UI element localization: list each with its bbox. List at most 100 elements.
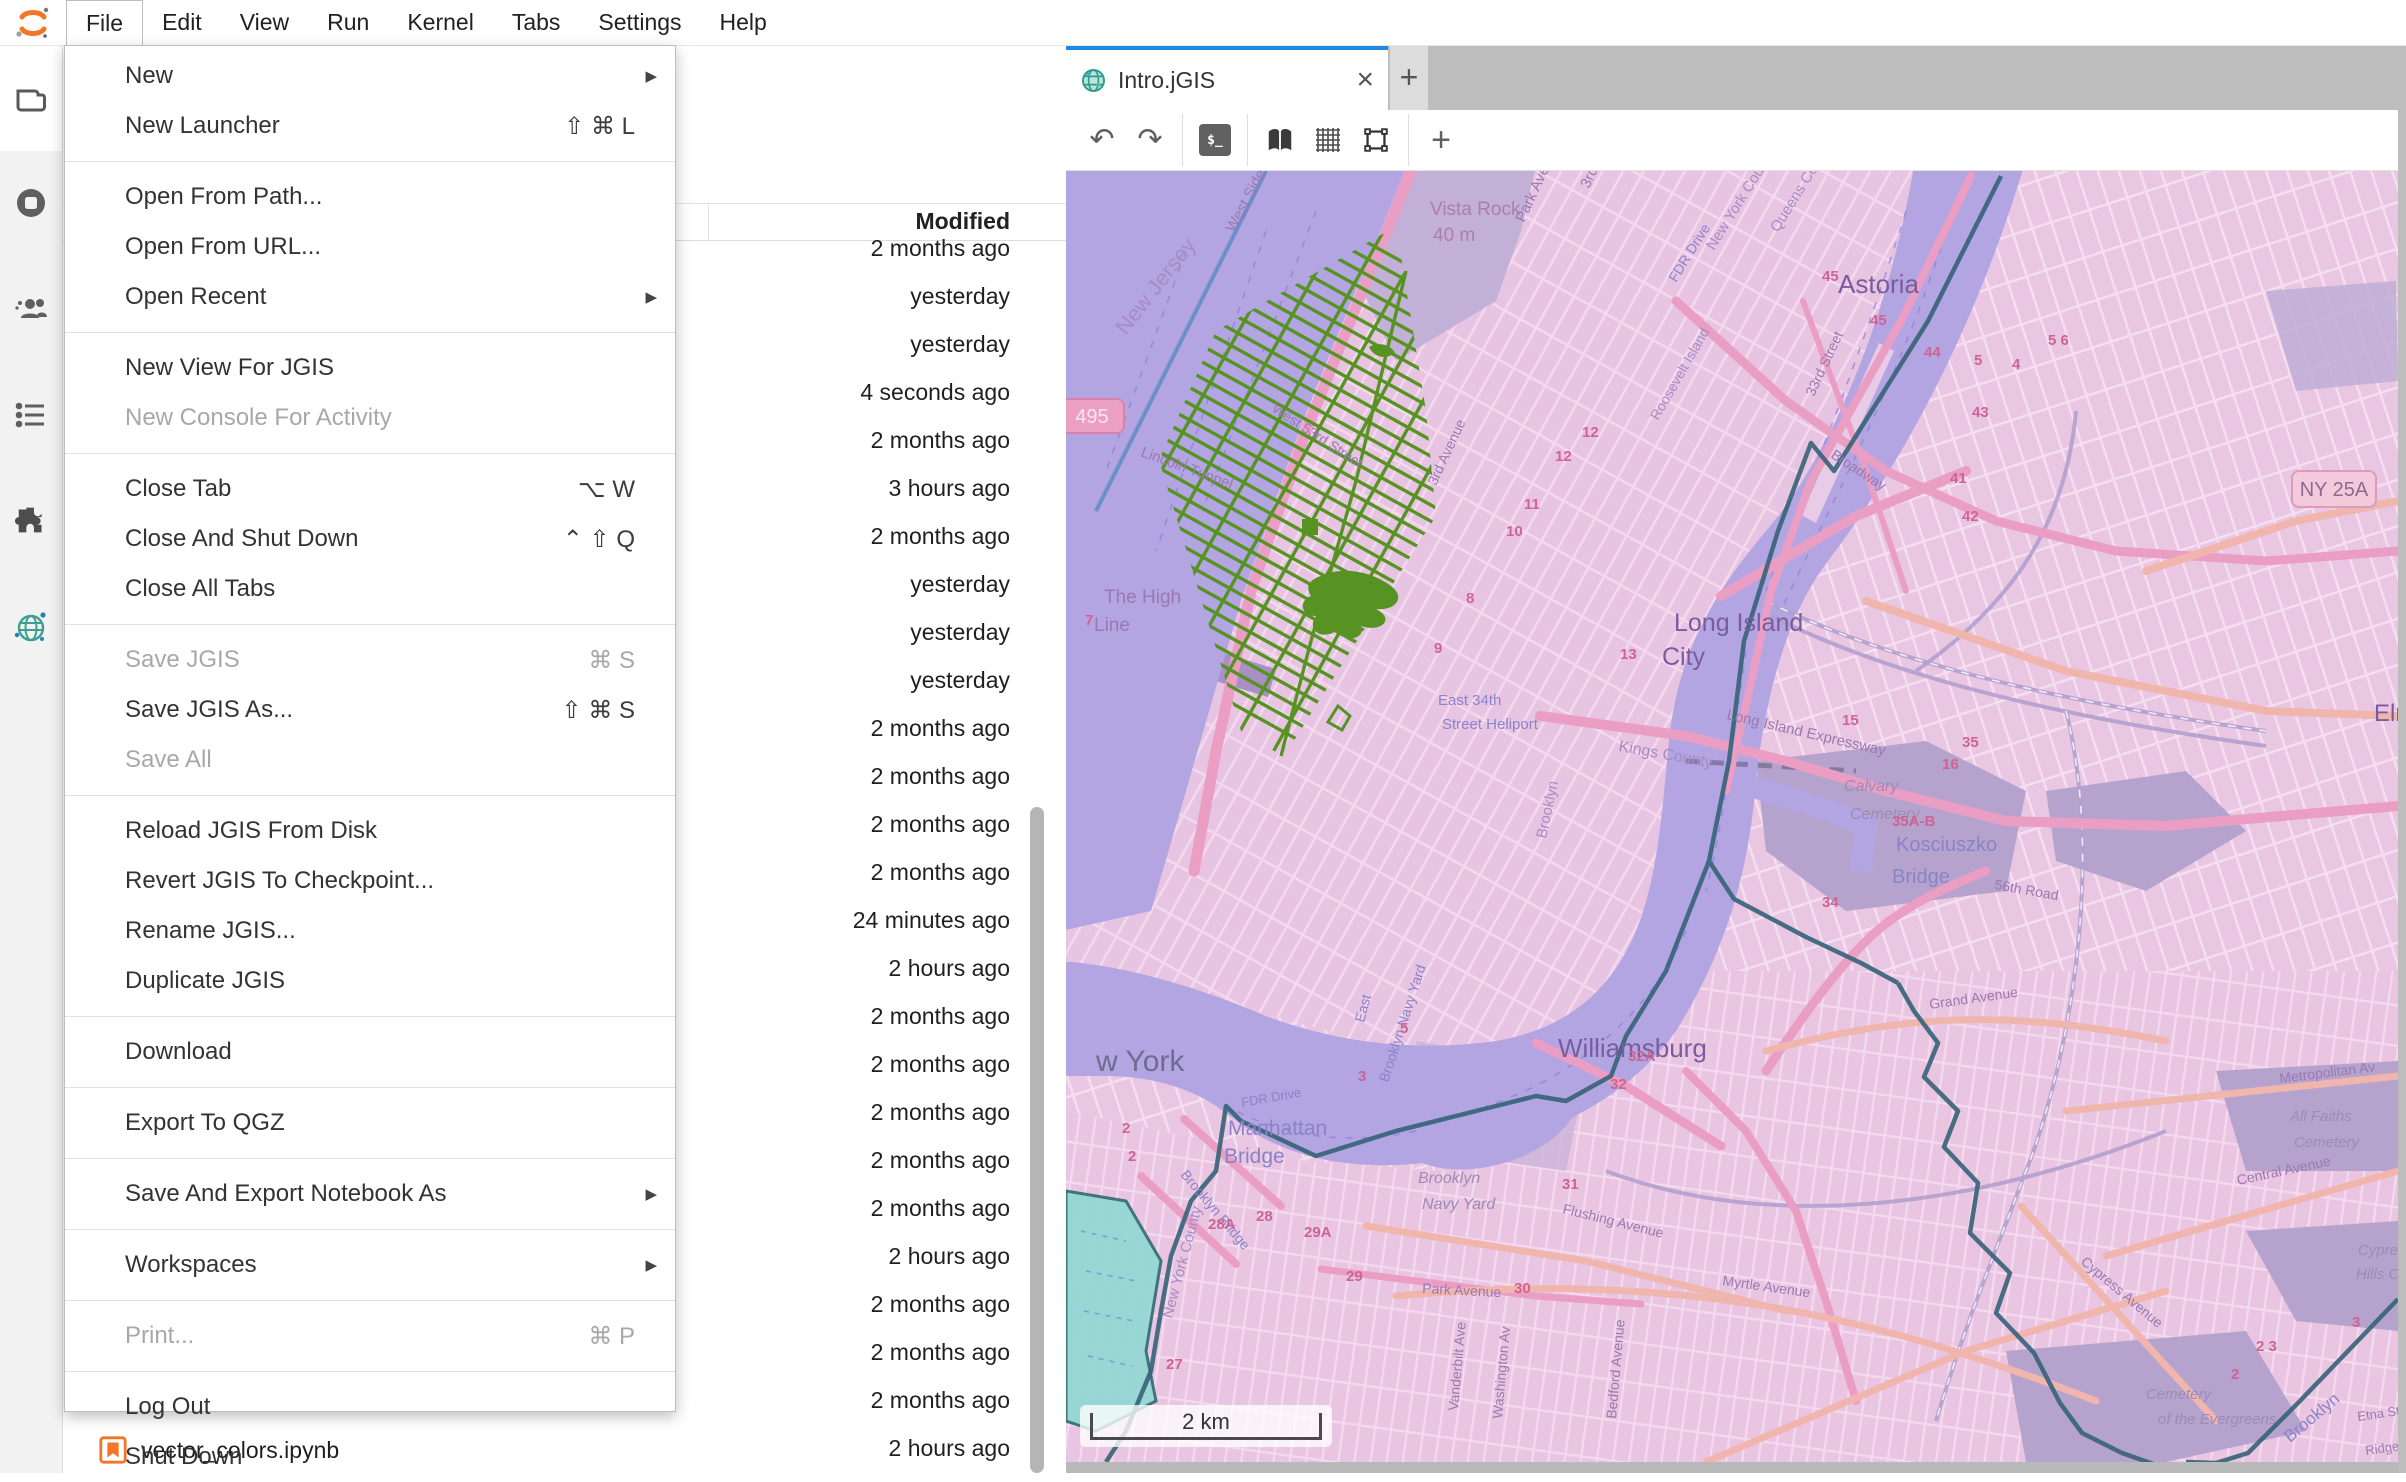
file-list-scrollbar[interactable] [1030,807,1044,1473]
jupyter-logo-icon[interactable] [0,0,66,45]
menubar-item-view[interactable]: View [221,0,308,45]
map-bottom-strip [1066,1462,2398,1473]
map-label: The High [1104,587,1181,608]
tab-intro-jgis[interactable]: Intro.jGIS × [1066,45,1388,110]
menu-item-new-view-for-jgis[interactable]: New View For JGIS [65,343,675,393]
modified-times-list: 2 months agoyesterdayyesterday4 seconds … [853,224,1010,1472]
menu-item-duplicate-jgis[interactable]: Duplicate JGIS [65,956,675,1006]
new-tab-button[interactable]: + [1390,45,1428,110]
modified-time-cell[interactable]: 2 months ago [853,1376,1010,1424]
modified-time-cell[interactable]: 2 hours ago [853,944,1010,992]
menubar-item-run[interactable]: Run [308,0,388,45]
menu-item-close-all-tabs[interactable]: Close All Tabs [65,564,675,614]
menu-item-label: Save JGIS [125,646,588,674]
map-right-strip[interactable] [2398,45,2406,1473]
menu-item-shortcut: ⇧ ⌘ S [562,696,657,725]
modified-time-cell[interactable]: 2 hours ago [853,1232,1010,1280]
map-label: Manhattan [1228,1117,1327,1140]
menubar-item-edit[interactable]: Edit [143,0,221,45]
modified-time-cell[interactable]: 2 months ago [853,224,1010,272]
modified-time-cell[interactable]: yesterday [853,320,1010,368]
menu-item-label: Workspaces [125,1251,643,1279]
menu-item-new[interactable]: New▶ [65,51,675,101]
vector-polygon-button[interactable] [1352,116,1400,164]
menubar-item-tabs[interactable]: Tabs [493,0,580,45]
grid-icon [1314,126,1342,154]
modified-time-cell[interactable]: 2 months ago [853,1280,1010,1328]
running-icon[interactable] [13,185,49,221]
menubar-item-kernel[interactable]: Kernel [388,0,492,45]
folder-icon[interactable] [13,81,49,117]
menu-separator [65,332,675,333]
tab-title: Intro.jGIS [1118,67,1345,94]
modified-time-cell[interactable]: 2 months ago [853,512,1010,560]
basemap-book-button[interactable] [1256,116,1304,164]
menu-item-shut-down[interactable]: Shut Down [65,1432,675,1482]
menu-item-print: Print...⌘ P [65,1311,675,1361]
menu-item-open-from-path[interactable]: Open From Path... [65,172,675,222]
menubar-item-file[interactable]: File [66,0,143,46]
menu-item-rename-jgis[interactable]: Rename JGIS... [65,906,675,956]
modified-time-cell[interactable]: 2 months ago [853,1088,1010,1136]
menu-item-close-tab[interactable]: Close Tab⌥ W [65,464,675,514]
modified-time-cell[interactable]: 2 hours ago [853,1424,1010,1472]
menu-item-export-to-qgz[interactable]: Export To QGZ [65,1098,675,1148]
map-label: Hills Cemet [2356,1266,2398,1283]
menu-item-download[interactable]: Download [65,1027,675,1077]
book-icon [1265,125,1295,155]
menu-item-revert-jgis-to-checkpoint[interactable]: Revert JGIS To Checkpoint... [65,856,675,906]
map-label: 13 [1620,646,1637,663]
menu-item-workspaces[interactable]: Workspaces▶ [65,1240,675,1290]
modified-time-cell[interactable]: yesterday [853,608,1010,656]
map-label: 8 [1466,590,1474,607]
menu-item-save-jgis-as[interactable]: Save JGIS As...⇧ ⌘ S [65,685,675,735]
modified-time-cell[interactable]: 3 hours ago [853,464,1010,512]
menu-item-label: Save And Export Notebook As [125,1180,643,1208]
menu-item-label: Revert JGIS To Checkpoint... [125,867,657,895]
menu-item-open-from-url[interactable]: Open From URL... [65,222,675,272]
modified-time-cell[interactable]: yesterday [853,560,1010,608]
modified-time-cell[interactable]: yesterday [853,272,1010,320]
modified-time-cell[interactable]: yesterday [853,656,1010,704]
modified-time-cell[interactable]: 2 months ago [853,416,1010,464]
modified-time-cell[interactable]: 2 months ago [853,848,1010,896]
add-layer-button[interactable]: + [1417,116,1465,164]
menu-item-log-out[interactable]: Log Out [65,1382,675,1432]
menu-item-close-and-shut-down[interactable]: Close And Shut Down⌃ ⇧ Q [65,514,675,564]
menu-item-new-launcher[interactable]: New Launcher⇧ ⌘ L [65,101,675,151]
modified-time-cell[interactable]: 2 months ago [853,1328,1010,1376]
map-label: 5 6 [2048,332,2069,349]
map-label: 3 [1358,1068,1366,1085]
puzzle-icon[interactable] [13,503,49,539]
undo-button[interactable]: ↶ [1078,116,1126,164]
modified-time-cell[interactable]: 4 seconds ago [853,368,1010,416]
gis-globe-icon[interactable] [13,609,49,645]
modified-time-cell[interactable]: 2 months ago [853,800,1010,848]
submenu-arrow-icon: ▶ [643,1185,657,1203]
menu-item-reload-jgis-from-disk[interactable]: Reload JGIS From Disk [65,806,675,856]
grid-layer-button[interactable] [1304,116,1352,164]
modified-time-cell[interactable]: 24 minutes ago [853,896,1010,944]
tab-close-icon[interactable]: × [1356,65,1374,95]
users-icon[interactable] [13,291,49,327]
menu-item-save-and-export-notebook-as[interactable]: Save And Export Notebook As▶ [65,1169,675,1219]
menubar-item-settings[interactable]: Settings [579,0,700,45]
menu-item-save-all: Save All [65,735,675,785]
toc-icon[interactable] [13,397,49,433]
map-viewport[interactable]: 495NY 25A New JerseyWest Side HighwayVis… [1066,171,2398,1462]
left-sidebar [0,45,63,1473]
modified-time-cell[interactable]: 2 months ago [853,752,1010,800]
modified-time-cell[interactable]: 2 months ago [853,1136,1010,1184]
menu-item-open-recent[interactable]: Open Recent▶ [65,272,675,322]
redo-button[interactable]: ↷ [1126,116,1174,164]
modified-time-cell[interactable]: 2 months ago [853,1184,1010,1232]
modified-time-cell[interactable]: 2 months ago [853,1040,1010,1088]
submenu-arrow-icon: ▶ [643,67,657,85]
menu-item-label: Download [125,1038,657,1066]
modified-time-cell[interactable]: 2 months ago [853,704,1010,752]
map-label: 35 [1962,734,1979,751]
menubar-item-help[interactable]: Help [701,0,786,45]
console-button[interactable]: $_ [1191,116,1239,164]
menu-separator [65,1016,675,1017]
modified-time-cell[interactable]: 2 months ago [853,992,1010,1040]
